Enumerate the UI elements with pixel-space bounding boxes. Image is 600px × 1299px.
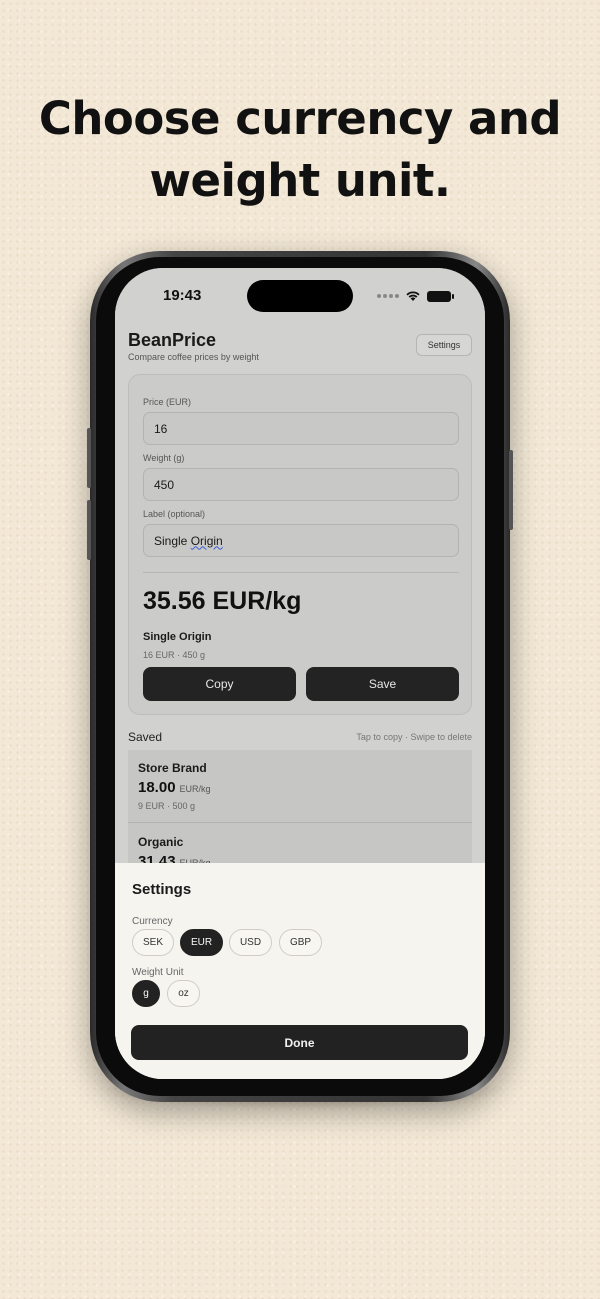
result-value: 35.56 EUR/kg xyxy=(143,587,302,615)
settings-sheet: Settings Currency SEK EUR USD GBP Weight… xyxy=(115,863,485,1079)
headline-line-2: weight unit. xyxy=(149,154,451,207)
label-input[interactable]: Single Origin xyxy=(143,524,459,557)
result-label: Single Origin xyxy=(143,631,212,643)
copy-button[interactable]: Copy xyxy=(143,667,296,701)
calculator-card: Price (EUR) 16 Weight (g) 450 Label (opt… xyxy=(128,374,472,715)
status-time: 19:43 xyxy=(163,287,202,304)
price-value: 16 xyxy=(154,421,168,436)
signal-icon xyxy=(377,294,399,298)
settings-button[interactable]: Settings xyxy=(416,334,472,356)
phone-screen: 19:43 BeanPrice Compare coffee prices by… xyxy=(115,268,485,1079)
list-item-meta: 9 EUR · 500 g xyxy=(138,801,196,811)
sheet-title: Settings xyxy=(132,881,192,898)
unit-option-g[interactable]: g xyxy=(132,980,160,1007)
app-title: BeanPrice xyxy=(128,330,217,350)
label-value-spellcheck: Origin xyxy=(190,533,223,548)
save-button[interactable]: Save xyxy=(306,667,459,701)
status-indicators xyxy=(377,290,454,302)
weight-label: Weight (g) xyxy=(143,453,185,463)
weight-value: 450 xyxy=(154,477,175,492)
done-button[interactable]: Done xyxy=(131,1025,468,1060)
app-subtitle: Compare coffee prices by weight xyxy=(128,352,259,362)
currency-option-usd[interactable]: USD xyxy=(229,929,272,956)
weight-input[interactable]: 450 xyxy=(143,468,459,501)
headline: Choose currency and weight unit. xyxy=(0,88,600,212)
result-meta: 16 EUR · 450 g xyxy=(143,650,206,660)
power-button xyxy=(509,450,513,530)
saved-title: Saved xyxy=(128,730,163,744)
wifi-icon xyxy=(406,291,420,301)
label-value-part: Single xyxy=(154,533,191,548)
list-item-price: 18.00 EUR/kg xyxy=(138,779,211,796)
battery-icon xyxy=(427,290,454,302)
price-input[interactable]: 16 xyxy=(143,412,459,445)
weight-unit-label: Weight Unit xyxy=(132,967,184,978)
dynamic-island xyxy=(247,280,353,312)
label-label: Label (optional) xyxy=(143,509,206,519)
price-label: Price (EUR) xyxy=(143,397,192,407)
volume-down-button xyxy=(87,500,91,560)
card-divider xyxy=(143,572,459,573)
list-item[interactable]: Store Brand 18.00 EUR/kg 9 EUR · 500 g xyxy=(128,750,472,823)
currency-label: Currency xyxy=(132,916,173,927)
list-item-price-value: 18.00 xyxy=(138,779,176,796)
currency-option-sek[interactable]: SEK xyxy=(132,929,174,956)
list-item-name: Organic xyxy=(138,835,184,849)
unit-option-oz[interactable]: oz xyxy=(167,980,200,1007)
list-item-unit: EUR/kg xyxy=(179,784,211,794)
currency-option-eur[interactable]: EUR xyxy=(180,929,223,956)
saved-hint: Tap to copy · Swipe to delete xyxy=(356,732,472,742)
currency-option-gbp[interactable]: GBP xyxy=(279,929,322,956)
volume-up-button xyxy=(87,428,91,488)
list-item-name: Store Brand xyxy=(138,761,207,775)
headline-line-1: Choose currency and xyxy=(38,92,562,145)
